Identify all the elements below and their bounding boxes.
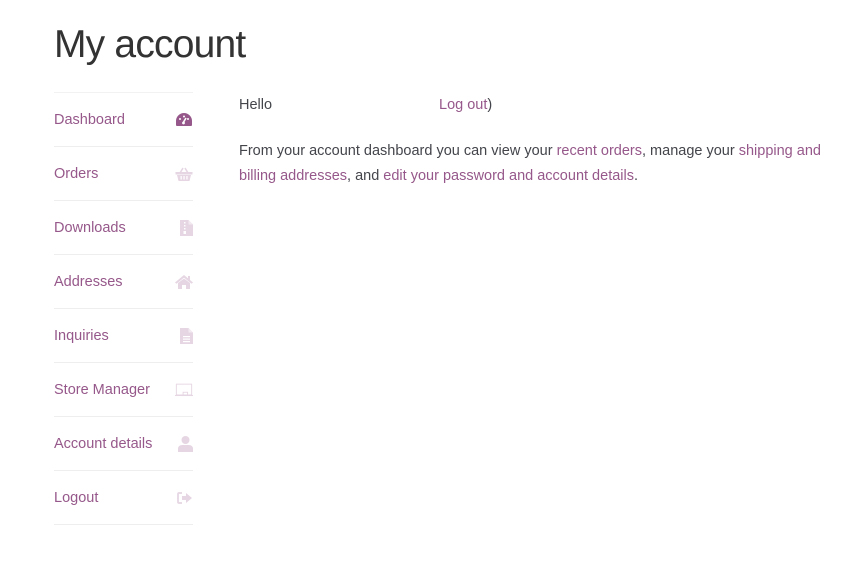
logout-suffix: ) <box>487 97 493 113</box>
user-icon <box>175 435 193 452</box>
intro-text: , manage your <box>642 143 739 159</box>
home-icon <box>175 274 193 290</box>
nav-item-account-details[interactable]: Account details <box>54 417 193 471</box>
log-out-link[interactable]: Log out <box>439 97 487 113</box>
intro-text: From your account dashboard you can view… <box>239 143 557 159</box>
dashboard-intro: From your account dashboard you can view… <box>239 139 849 189</box>
nav-item-inquiries[interactable]: Inquiries <box>54 309 193 363</box>
intro-text: , and <box>347 168 384 184</box>
nav-label: Inquiries <box>54 327 109 344</box>
nav-item-store-manager[interactable]: Store Manager <box>54 363 193 417</box>
hello-text: Hello <box>239 97 273 113</box>
basket-icon <box>175 166 193 182</box>
account-navigation: Dashboard Orders Downloads Addresses Inq… <box>54 92 193 525</box>
nav-label: Account details <box>54 435 153 452</box>
recent-orders-link[interactable]: recent orders <box>557 143 642 159</box>
nav-label: Store Manager <box>54 381 150 398</box>
dashboard-content: Hello Log out) From your account dashboa… <box>239 93 849 189</box>
nav-item-orders[interactable]: Orders <box>54 147 193 201</box>
nav-item-downloads[interactable]: Downloads <box>54 201 193 255</box>
nav-item-addresses[interactable]: Addresses <box>54 255 193 309</box>
greeting: Hello Log out) <box>239 93 849 117</box>
nav-item-dashboard[interactable]: Dashboard <box>54 93 193 147</box>
nav-item-logout[interactable]: Logout <box>54 471 193 525</box>
store-manager-icon <box>175 382 193 398</box>
nav-label: Dashboard <box>54 111 125 128</box>
nav-label: Downloads <box>54 219 126 236</box>
nav-label: Orders <box>54 165 99 182</box>
page-title: My account <box>54 23 246 66</box>
sign-out-icon <box>175 490 193 506</box>
account-details-link[interactable]: edit your password and account details <box>383 168 634 184</box>
dashboard-gauge-icon <box>175 112 193 128</box>
nav-label: Logout <box>54 489 99 506</box>
nav-label: Addresses <box>54 273 123 290</box>
file-text-icon <box>175 327 193 344</box>
intro-text: . <box>633 168 639 184</box>
file-archive-icon <box>175 219 193 236</box>
